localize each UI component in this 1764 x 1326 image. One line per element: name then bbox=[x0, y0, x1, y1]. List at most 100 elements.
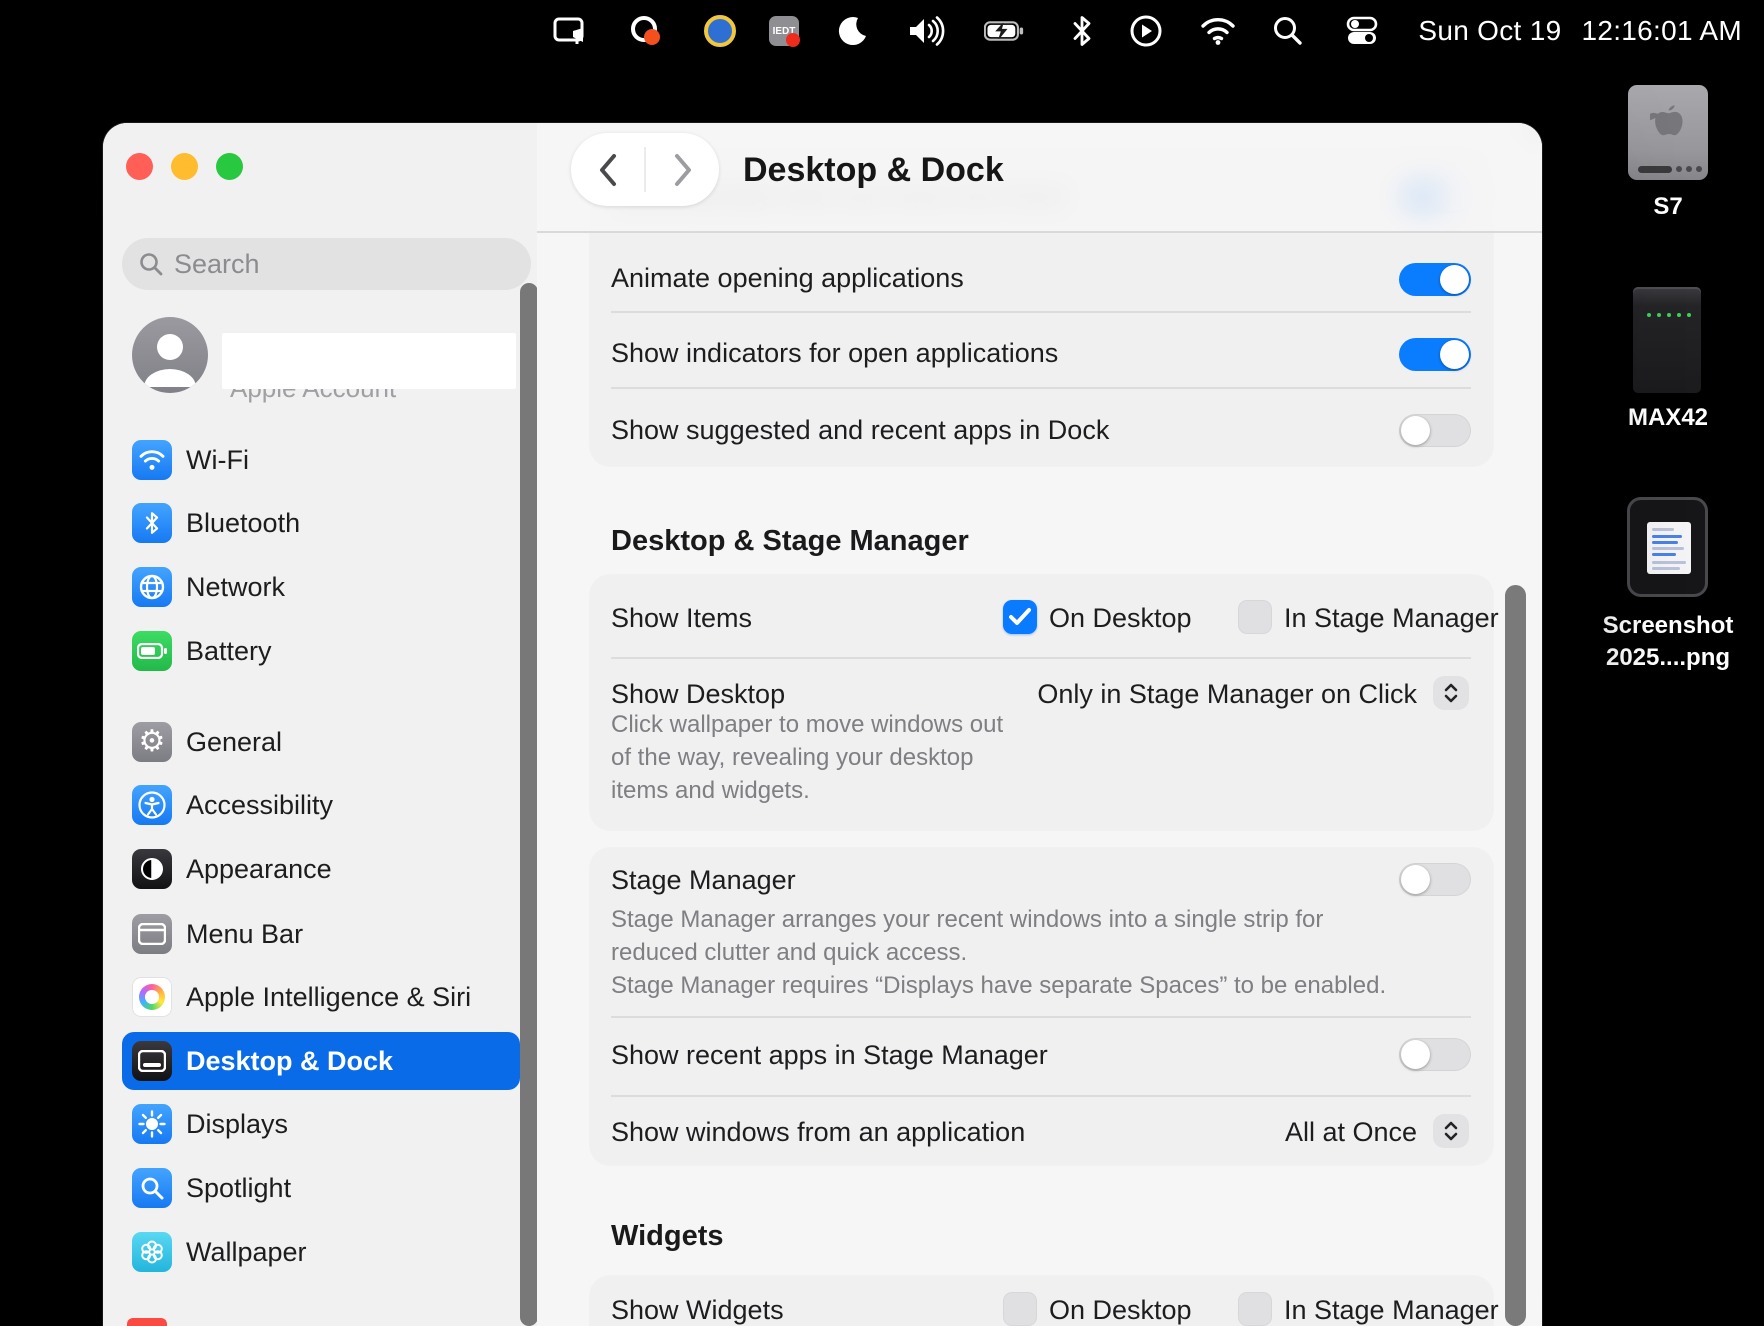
wallpaper-icon bbox=[132, 1232, 172, 1272]
sidebar-item-wifi[interactable]: Wi-Fi bbox=[122, 431, 520, 489]
checkbox-label-widgets-in-stage-manager: In Stage Manager bbox=[1284, 1295, 1499, 1325]
sidebar: Apple Account Wi-Fi Bluetooth Network Ba… bbox=[103, 123, 538, 1326]
forward-button[interactable] bbox=[646, 133, 719, 206]
globe-icon bbox=[132, 567, 172, 607]
row-label-show-desktop: Show Desktop bbox=[611, 679, 786, 709]
desktop-label-max42[interactable]: MAX42 bbox=[1588, 404, 1748, 432]
browser-profile-icon[interactable] bbox=[700, 0, 740, 62]
chevron-up-down-icon[interactable] bbox=[1433, 676, 1469, 710]
minimize-button[interactable] bbox=[171, 153, 198, 180]
select-value-show-desktop[interactable]: Only in Stage Manager on Click bbox=[1037, 679, 1417, 710]
checkbox-label-on-desktop: On Desktop bbox=[1049, 603, 1192, 633]
sidebar-item-desktop-dock[interactable]: Desktop & Dock bbox=[122, 1032, 520, 1090]
bluetooth-icon[interactable] bbox=[1062, 0, 1102, 62]
section-heading-widgets: Widgets bbox=[611, 1220, 724, 1252]
menu-bar-time: 12:16:01 AM bbox=[1581, 15, 1742, 46]
search-field[interactable] bbox=[122, 238, 531, 290]
accessibility-icon bbox=[132, 785, 172, 825]
search-input[interactable] bbox=[174, 248, 494, 280]
checkbox-show-widgets-in-stage-manager[interactable] bbox=[1238, 1292, 1272, 1326]
section-heading-desktop-stage-manager: Desktop & Stage Manager bbox=[611, 525, 969, 557]
show-desktop-description-2: of the way, revealing your desktop bbox=[611, 744, 974, 771]
sidebar-item-appearance[interactable]: Appearance bbox=[122, 840, 520, 898]
iedt-app-icon[interactable]: IEDT bbox=[764, 0, 804, 62]
sidebar-item-displays[interactable]: Displays bbox=[122, 1095, 520, 1153]
sidebar-item-accessibility[interactable]: Accessibility bbox=[122, 776, 520, 834]
row-label-show-suggested: Show suggested and recent apps in Dock bbox=[611, 415, 1110, 445]
drive-led bbox=[1677, 313, 1681, 317]
desktop-label-screenshot-2[interactable]: 2025....png bbox=[1588, 644, 1748, 672]
desktop-label-s7[interactable]: S7 bbox=[1588, 193, 1748, 221]
toggle-show-indicators[interactable] bbox=[1399, 338, 1471, 371]
appearance-icon bbox=[132, 849, 172, 889]
checkbox-label-in-stage-manager: In Stage Manager bbox=[1284, 603, 1499, 633]
desktop-icon-max42[interactable] bbox=[1633, 287, 1701, 393]
close-button[interactable] bbox=[126, 153, 153, 180]
screenshot-thumbnail bbox=[1647, 522, 1691, 574]
content-pane: Automatically hide and show the Dock Ani… bbox=[537, 123, 1542, 1326]
focus-moon-icon[interactable] bbox=[832, 0, 872, 62]
content-scrollbar[interactable] bbox=[1505, 585, 1526, 1326]
menu-bar-date: Sun Oct 19 bbox=[1418, 15, 1562, 46]
displays-icon bbox=[132, 1104, 172, 1144]
screen-record-icon[interactable] bbox=[626, 0, 666, 62]
sidebar-item-battery[interactable]: Battery bbox=[122, 622, 520, 680]
sidebar-item-wallpaper[interactable]: Wallpaper bbox=[122, 1223, 520, 1281]
nav-pill bbox=[571, 133, 719, 206]
row-label-show-windows-from-app: Show windows from an application bbox=[611, 1117, 1026, 1147]
row-label-show-indicators: Show indicators for open applications bbox=[611, 338, 1059, 368]
menu-bar-icon bbox=[132, 914, 172, 954]
drive-led bbox=[1667, 313, 1671, 317]
sidebar-item-network[interactable]: Network bbox=[122, 558, 520, 616]
zoom-button[interactable] bbox=[216, 153, 243, 180]
show-desktop-description-1: Click wallpaper to move windows out bbox=[611, 711, 1004, 738]
sidebar-item-menu-bar[interactable]: Menu Bar bbox=[122, 905, 520, 963]
drive-slot bbox=[1638, 166, 1672, 173]
desktop-icon-screenshot[interactable] bbox=[1627, 497, 1708, 597]
toggle-animate-opening[interactable] bbox=[1399, 263, 1471, 296]
sidebar-item-apple-intelligence-siri[interactable]: Apple Intelligence & Siri bbox=[122, 968, 520, 1026]
stage-manager-description-3: Stage Manager requires “Displays have se… bbox=[611, 972, 1387, 999]
spotlight-search-icon[interactable] bbox=[1268, 0, 1308, 62]
back-button[interactable] bbox=[571, 133, 644, 206]
drive-led bbox=[1687, 313, 1691, 317]
control-center-icon[interactable] bbox=[1342, 0, 1382, 62]
toggle-show-suggested[interactable] bbox=[1399, 414, 1471, 447]
apple-intelligence-icon bbox=[132, 977, 172, 1017]
sidebar-scrollbar[interactable] bbox=[520, 283, 538, 1326]
checkbox-show-items-on-desktop[interactable] bbox=[1003, 600, 1037, 634]
redaction-box bbox=[222, 333, 516, 389]
menu-bar-clock[interactable]: Sun Oct 19 12:16:01 AM bbox=[1418, 0, 1742, 62]
display-mirror-icon[interactable] bbox=[550, 0, 590, 62]
chevron-up-down-icon[interactable] bbox=[1433, 1114, 1469, 1148]
desktop-dock-icon bbox=[132, 1041, 172, 1081]
drive-dot bbox=[1676, 166, 1682, 172]
avatar[interactable] bbox=[132, 317, 208, 393]
drive-led bbox=[1647, 313, 1651, 317]
desktop-label-screenshot[interactable]: Screenshot bbox=[1588, 612, 1748, 640]
sidebar-item-general[interactable]: ⚙ General bbox=[122, 713, 520, 771]
sidebar-item-bluetooth[interactable]: Bluetooth bbox=[122, 494, 520, 552]
volume-icon[interactable] bbox=[906, 0, 946, 62]
row-label-show-recent-apps: Show recent apps in Stage Manager bbox=[611, 1040, 1048, 1070]
media-play-icon[interactable] bbox=[1126, 0, 1166, 62]
stage-manager-description-1: Stage Manager arranges your recent windo… bbox=[611, 906, 1324, 933]
spotlight-icon bbox=[132, 1168, 172, 1208]
search-icon bbox=[140, 253, 163, 276]
toggle-stage-manager[interactable] bbox=[1399, 863, 1471, 896]
checkbox-label-widgets-on-desktop: On Desktop bbox=[1049, 1295, 1192, 1325]
drive-dot bbox=[1686, 166, 1692, 172]
toggle-show-recent-apps[interactable] bbox=[1399, 1038, 1471, 1071]
desktop-icon-s7[interactable] bbox=[1628, 85, 1708, 180]
stage-manager-description-2: reduced clutter and quick access. bbox=[611, 939, 968, 966]
select-value-show-windows[interactable]: All at Once bbox=[1285, 1117, 1417, 1148]
bluetooth-icon bbox=[132, 503, 172, 543]
sidebar-item-partial-icon bbox=[127, 1318, 167, 1326]
checkbox-show-widgets-on-desktop[interactable] bbox=[1003, 1292, 1037, 1326]
battery-charging-icon[interactable] bbox=[984, 0, 1024, 62]
checkbox-show-items-in-stage-manager[interactable] bbox=[1238, 600, 1272, 634]
wifi-icon[interactable] bbox=[1198, 0, 1238, 62]
row-label-show-widgets: Show Widgets bbox=[611, 1295, 784, 1325]
menu-bar: IEDT Sun Oct 19 12:16:01 AM bbox=[0, 0, 1764, 62]
sidebar-item-spotlight[interactable]: Spotlight bbox=[122, 1159, 520, 1217]
